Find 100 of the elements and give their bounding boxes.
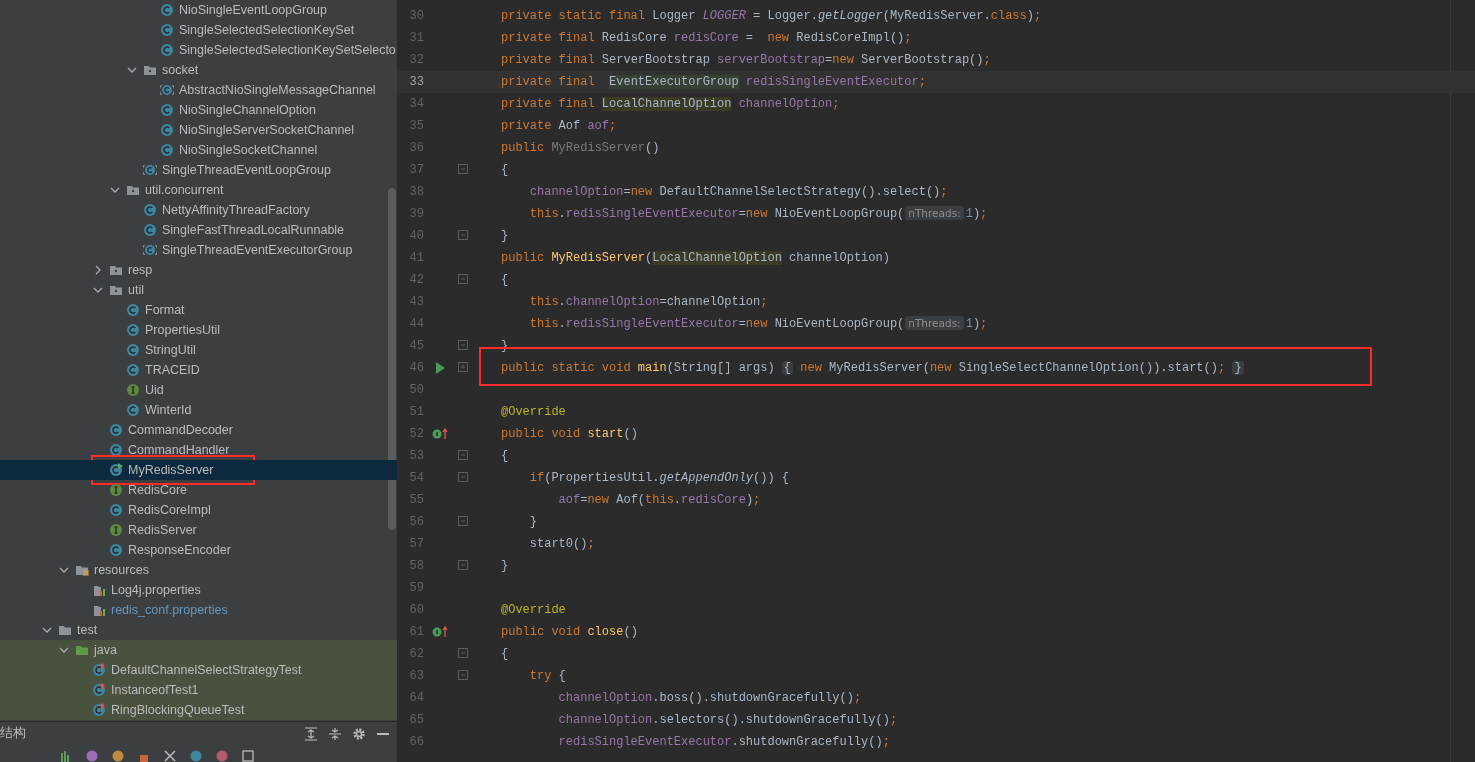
tree-item[interactable]: NioSingleSocketChannel: [0, 140, 397, 160]
code-line: private final ServerBootstrap serverBootstrap=new ServerBootstrap();: [500, 52, 991, 69]
tree-item[interactable]: SingleSelectedSelectionKeySetSelecto: [0, 40, 397, 60]
class-icon: [109, 543, 123, 557]
tree-item[interactable]: Uid: [0, 380, 397, 400]
expand-all-icon: [304, 726, 318, 741]
tree-item[interactable]: SingleThreadEventLoopGroup: [0, 160, 397, 180]
circle-icon[interactable]: [190, 750, 202, 762]
line-number: 50: [408, 382, 425, 399]
folder-icon: [109, 283, 123, 297]
tree-item[interactable]: util: [0, 280, 397, 300]
code-line: if(PropertiesUtil.getAppendOnly()) {: [528, 470, 790, 487]
tree-item[interactable]: InstanceofTest1: [0, 680, 397, 700]
code-line: {: [500, 646, 509, 663]
tree-item[interactable]: Format: [0, 300, 397, 320]
code-line: {: [500, 272, 509, 289]
runnable-class-icon: [109, 463, 123, 477]
tree-item[interactable]: CommandDecoder: [0, 420, 397, 440]
tree-item[interactable]: MyRedisServer: [0, 460, 397, 480]
tree-item[interactable]: RedisCore: [0, 480, 397, 500]
line-number: 54: [408, 470, 425, 487]
line-number: 56: [408, 514, 425, 531]
fold-icon[interactable]: [457, 339, 469, 351]
line-number: 36: [408, 140, 425, 157]
class-icon: [126, 363, 140, 377]
code-line: public MyRedisServer(): [500, 140, 660, 157]
circle-icon[interactable]: [112, 750, 124, 762]
tree-item[interactable]: WinterId: [0, 400, 397, 420]
code-line: public static void main(String[] args) { new MyRedisServer(new SingleSelectChannelOption()).start(); }: [500, 360, 1244, 377]
tree-item[interactable]: SingleSelectedSelectionKeySet: [0, 20, 397, 40]
code-line: start0();: [528, 536, 595, 553]
fold-icon[interactable]: [457, 471, 469, 483]
collapse-all-button[interactable]: [327, 725, 343, 742]
code-line: }: [500, 558, 509, 575]
tree-item[interactable]: CommandHandler: [0, 440, 397, 460]
class-icon: [126, 303, 140, 317]
tree-item[interactable]: test: [0, 620, 397, 640]
fold-icon[interactable]: [457, 449, 469, 461]
code-line: {: [500, 448, 509, 465]
interface-icon: [126, 383, 140, 397]
line-number: 31: [408, 30, 425, 47]
test-class-icon: [92, 683, 106, 697]
tree-item[interactable]: util.concurrent: [0, 180, 397, 200]
class-icon: [126, 323, 140, 337]
circle-icon[interactable]: [86, 750, 98, 762]
code-line: this.redisSingleEventExecutor=new NioEventLoopGroup( nThreads: 1);: [528, 205, 988, 223]
line-number: 55: [408, 492, 425, 509]
cross-icon[interactable]: [164, 750, 176, 762]
fold-icon[interactable]: [457, 163, 469, 175]
tree-item[interactable]: NioSingleEventLoopGroup: [0, 0, 397, 20]
tree-item[interactable]: TRACEID: [0, 360, 397, 380]
line-number: 38: [408, 184, 425, 201]
code-line: public void start(): [500, 426, 638, 443]
tree-item[interactable]: NioSingleServerSocketChannel: [0, 120, 397, 140]
line-number: 40: [408, 228, 425, 245]
window-icon[interactable]: [242, 750, 254, 762]
settings-button[interactable]: [351, 725, 367, 742]
tree-item[interactable]: NettyAffinityThreadFactory: [0, 200, 397, 220]
line-number: 44: [408, 316, 425, 333]
class-icon: [143, 203, 157, 217]
fold-icon[interactable]: [457, 559, 469, 571]
code-line: channelOption.boss().shutdownGracefully();: [557, 690, 862, 707]
line-number: 59: [408, 580, 425, 597]
tree-item[interactable]: Log4j.properties: [0, 580, 397, 600]
folder-icon: [143, 63, 157, 77]
tree-item[interactable]: SingleFastThreadLocalRunnable: [0, 220, 397, 240]
fold-icon[interactable]: [457, 229, 469, 241]
tree-item[interactable]: resp: [0, 260, 397, 280]
line-number: 57: [408, 536, 425, 553]
gear-icon: [352, 726, 366, 741]
sort-icon[interactable]: [60, 750, 72, 762]
fold-icon[interactable]: [457, 647, 469, 659]
fold-icon[interactable]: [457, 273, 469, 285]
line-number: 37: [408, 162, 425, 179]
expand-all-button[interactable]: [303, 725, 319, 742]
tree-item[interactable]: RedisCoreImpl: [0, 500, 397, 520]
tree-item[interactable]: RedisServer: [0, 520, 397, 540]
tree-item[interactable]: socket: [0, 60, 397, 80]
tree-item[interactable]: NioSingleChannelOption: [0, 100, 397, 120]
circle-icon[interactable]: [216, 750, 228, 762]
line-number: 60: [408, 602, 425, 619]
tree-item[interactable]: resources: [0, 560, 397, 580]
tree-item[interactable]: AbstractNioSingleMessageChannel: [0, 80, 397, 100]
fold-icon[interactable]: [457, 515, 469, 527]
tree-item[interactable]: StringUtil: [0, 340, 397, 360]
tree-item[interactable]: SingleThreadEventExecutorGroup: [0, 240, 397, 260]
code-line: redisSingleEventExecutor.shutdownGracefully();: [557, 734, 890, 751]
line-number: 30: [408, 8, 425, 25]
folder-icon: [126, 183, 140, 197]
tree-item[interactable]: ResponseEncoder: [0, 540, 397, 560]
tree-item[interactable]: PropertiesUtil: [0, 320, 397, 340]
scrollbar-thumb[interactable]: [388, 188, 396, 530]
tree-item[interactable]: redis_conf.properties: [0, 600, 397, 620]
tree-item[interactable]: RingBlockingQueueTest: [0, 700, 397, 720]
unfold-icon[interactable]: [457, 361, 469, 373]
class-icon: [160, 3, 174, 17]
tree-item[interactable]: DefaultChannelSelectStrategyTest: [0, 660, 397, 680]
fold-icon[interactable]: [457, 669, 469, 681]
tree-item[interactable]: java: [0, 640, 397, 660]
code-line: public void close(): [500, 624, 638, 641]
